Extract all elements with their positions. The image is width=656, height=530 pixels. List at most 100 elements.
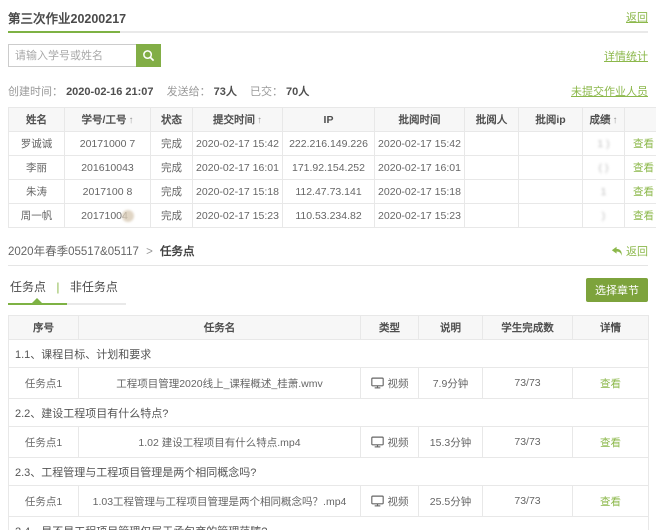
tabs-group: 任务点 | 非任务点 bbox=[8, 278, 126, 305]
col-type: 类型 bbox=[361, 316, 419, 340]
review-time: 2020-02-17 15:23 bbox=[375, 204, 465, 228]
search-button[interactable] bbox=[136, 44, 161, 67]
details-stats-link[interactable]: 详情统计 bbox=[604, 48, 648, 64]
view-cell: 查看 bbox=[625, 132, 656, 156]
video-monitor-icon bbox=[371, 377, 384, 389]
breadcrumb-course[interactable]: 2020年春季05517&05117 bbox=[8, 246, 139, 258]
task-done: 73/73 bbox=[483, 427, 573, 458]
search-box bbox=[8, 44, 161, 67]
col-name: 姓名 bbox=[9, 108, 65, 132]
review-time: 2020-02-17 15:42 bbox=[375, 132, 465, 156]
section-row: 1.1、课程目标、计划和要求 bbox=[9, 340, 649, 368]
sort-arrow-icon[interactable]: ↑ bbox=[128, 115, 133, 126]
task-row: 任务点1 工程项目管理2020线上_课程概述_桂萧.wmv 视频 7.9分钟 7… bbox=[9, 368, 649, 399]
reviewer bbox=[465, 156, 519, 180]
student-name: 罗诚诚 bbox=[9, 132, 65, 156]
view-link[interactable]: 查看 bbox=[633, 186, 654, 198]
sort-arrow-icon[interactable]: ↑ bbox=[613, 115, 618, 126]
col-review-time: 批阅时间 bbox=[375, 108, 465, 132]
student-name: 周一帆 bbox=[9, 204, 65, 228]
section-title: 1.1、课程目标、计划和要求 bbox=[9, 340, 649, 368]
tab-pointer-triangle bbox=[32, 298, 42, 303]
select-chapter-button[interactable]: 选择章节 bbox=[586, 278, 648, 302]
task-done: 73/73 bbox=[483, 486, 573, 517]
reviewer bbox=[465, 132, 519, 156]
video-monitor-icon bbox=[371, 436, 384, 448]
submission-table: 姓名 学号/工号↑ 状态 提交时间↑ IP 批阅时间 批阅人 批阅ip 成绩↑ … bbox=[8, 107, 656, 228]
view-cell: 查看 bbox=[573, 486, 649, 517]
view-link[interactable]: 查看 bbox=[600, 437, 621, 449]
view-link[interactable]: 查看 bbox=[600, 496, 621, 508]
col-submit-time: 提交时间↑ bbox=[193, 108, 283, 132]
sort-arrow-icon[interactable]: ↑ bbox=[257, 115, 262, 126]
search-input[interactable] bbox=[8, 44, 136, 67]
tab-divider: | bbox=[56, 280, 59, 294]
task-table-header: 序号 任务名 类型 说明 学生完成数 详情 bbox=[9, 316, 649, 340]
score: 1 bbox=[583, 180, 625, 204]
task-seq: 任务点1 bbox=[9, 427, 79, 458]
score: ( ) bbox=[583, 156, 625, 180]
score: 1 ) bbox=[583, 132, 625, 156]
col-done: 学生完成数 bbox=[483, 316, 573, 340]
status: 完成 bbox=[151, 156, 193, 180]
task-type: 视频 bbox=[361, 427, 419, 458]
submitted-label: 已交： bbox=[250, 86, 283, 98]
view-link[interactable]: 查看 bbox=[633, 162, 654, 174]
section-row: 2.3、工程管理与工程项目管理是两个相同概念吗? bbox=[9, 458, 649, 486]
ip: 112.47.73.141 bbox=[283, 180, 375, 204]
col-score: 成绩↑ bbox=[583, 108, 625, 132]
col-reviewer: 批阅人 bbox=[465, 108, 519, 132]
tab-task-points[interactable]: 任务点 bbox=[10, 280, 46, 294]
col-desc: 说明 bbox=[419, 316, 483, 340]
ip: 171.92.154.252 bbox=[283, 156, 375, 180]
reviewer bbox=[465, 180, 519, 204]
ip: 110.53.234.82 bbox=[283, 204, 375, 228]
student-name: 朱涛 bbox=[9, 180, 65, 204]
status: 完成 bbox=[151, 180, 193, 204]
task-seq: 任务点1 bbox=[9, 486, 79, 517]
unsubmitted-link[interactable]: 未提交作业人员 bbox=[571, 83, 648, 99]
review-ip bbox=[519, 204, 583, 228]
student-id: 20171000 7 bbox=[65, 132, 151, 156]
view-link[interactable]: 查看 bbox=[600, 378, 621, 390]
breadcrumb-separator: > bbox=[146, 246, 153, 258]
col-student-id: 学号/工号↑ bbox=[65, 108, 151, 132]
col-detail: 详情 bbox=[573, 316, 649, 340]
student-id: 20171004 bbox=[65, 204, 151, 228]
table-row: 周一帆 20171004 完成 2020-02-17 15:23 110.53.… bbox=[9, 204, 656, 228]
view-link[interactable]: 查看 bbox=[633, 210, 654, 222]
created-label: 创建时间： bbox=[8, 86, 63, 98]
back-arrow-icon bbox=[611, 246, 623, 257]
review-time: 2020-02-17 16:01 bbox=[375, 156, 465, 180]
section-title: 2.3、工程管理与工程项目管理是两个相同概念吗? bbox=[9, 458, 649, 486]
submit-time: 2020-02-17 15:23 bbox=[193, 204, 283, 228]
redaction-smudge bbox=[122, 210, 134, 222]
tab-non-task-points[interactable]: 非任务点 bbox=[70, 280, 118, 294]
view-cell: 查看 bbox=[573, 427, 649, 458]
col-ip: IP bbox=[283, 108, 375, 132]
review-ip bbox=[519, 180, 583, 204]
breadcrumb: 2020年春季05517&05117 > 任务点 bbox=[8, 243, 194, 259]
status: 完成 bbox=[151, 204, 193, 228]
homework-meta: 创建时间： 2020-02-16 21:07 发送给： 73人 已交： 70人 bbox=[8, 83, 319, 99]
col-seq: 序号 bbox=[9, 316, 79, 340]
tabs: 任务点 | 非任务点 bbox=[8, 278, 126, 295]
search-row: 详情统计 bbox=[8, 44, 648, 67]
submit-time: 2020-02-17 15:18 bbox=[193, 180, 283, 204]
view-link[interactable]: 查看 bbox=[633, 138, 654, 150]
task-desc: 25.5分钟 bbox=[419, 486, 483, 517]
task-name: 1.02 建设工程项目有什么特点.mp4 bbox=[79, 427, 361, 458]
tab-underline bbox=[8, 303, 126, 305]
task-type: 视频 bbox=[361, 486, 419, 517]
back-link-tasks[interactable]: 返回 bbox=[611, 243, 648, 259]
task-name: 1.03工程管理与工程项目管理是两个相同概念吗？.mp4 bbox=[79, 486, 361, 517]
view-cell: 查看 bbox=[625, 204, 656, 228]
student-id: 201610043 bbox=[65, 156, 151, 180]
section-title: 2.2、建设工程项目有什么特点? bbox=[9, 399, 649, 427]
review-time: 2020-02-17 15:18 bbox=[375, 180, 465, 204]
view-cell: 查看 bbox=[625, 156, 656, 180]
created-value: 2020-02-16 21:07 bbox=[66, 86, 153, 98]
table-row: 李丽 201610043 完成 2020-02-17 16:01 171.92.… bbox=[9, 156, 656, 180]
reviewer bbox=[465, 204, 519, 228]
back-link-top[interactable]: 返回 bbox=[626, 9, 648, 25]
